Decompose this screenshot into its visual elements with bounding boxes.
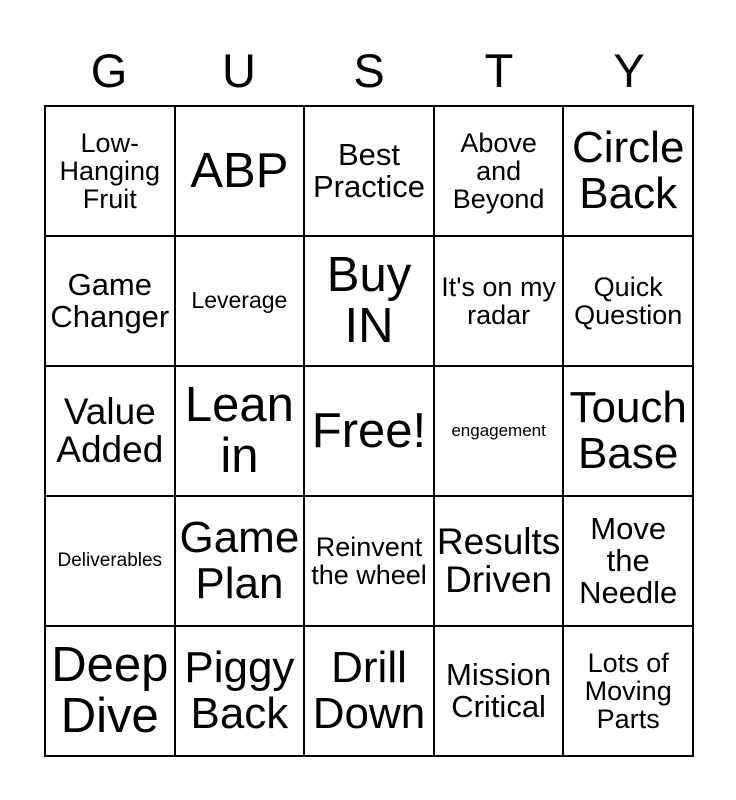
bingo-cell-r1-c1[interactable]: Leverage: [175, 237, 306, 367]
bingo-cell-r4-c0[interactable]: Deep Dive: [46, 627, 176, 757]
bingo-cell-label: Reinvent the wheel: [311, 531, 427, 590]
bingo-cell-label: engagement: [451, 421, 546, 441]
bingo-cell-r3-c4[interactable]: Move the Needle: [564, 497, 694, 627]
bingo-cell-r1-c0[interactable]: Game Changer: [46, 237, 176, 367]
bingo-cell-label: Results Driven: [436, 520, 561, 600]
bingo-cell-label: Best Practice: [313, 136, 425, 204]
bingo-cell-r0-c1[interactable]: ABP: [175, 107, 306, 237]
bingo-cell-label: Deliverables: [57, 550, 163, 572]
bingo-cell-label: Lean in: [184, 378, 294, 483]
bingo-cell-label: Game Changer: [50, 266, 170, 334]
bingo-cell-r1-c4[interactable]: Quick Question: [564, 237, 694, 367]
bingo-cell-r3-c3[interactable]: Results Driven: [434, 497, 565, 627]
bingo-header-letter-0: G: [90, 43, 128, 97]
bingo-cell-r4-c1[interactable]: Piggy Back: [175, 627, 306, 757]
bingo-cell-r3-c0[interactable]: Deliverables: [46, 497, 176, 627]
bingo-cell-label: Lots of Moving Parts: [584, 647, 672, 735]
bingo-cell-label: Drill Down: [312, 643, 426, 738]
bingo-cell-label: It's on my radar: [441, 271, 556, 330]
bingo-card: G U S T Y Low-Hanging Fruit ABP Best Practice A…: [0, 0, 736, 800]
bingo-cell-label: Value Added: [56, 390, 164, 470]
bingo-cell-label: Low-Hanging Fruit: [59, 127, 161, 215]
bingo-cell-r0-c0[interactable]: Low-Hanging Fruit: [46, 107, 176, 237]
bingo-grid: Low-Hanging Fruit ABP Best Practice Above a…: [44, 105, 694, 757]
bingo-cell-r0-c3[interactable]: Above and Beyond: [434, 107, 565, 237]
bingo-header-letter-2: S: [353, 43, 385, 97]
bingo-cell-r2-c3[interactable]: engagement: [434, 367, 565, 497]
bingo-cell-r2-c4[interactable]: Touch Base: [564, 367, 694, 497]
bingo-header-row: GUSTY: [44, 38, 694, 102]
bingo-header-letter-1: U: [222, 43, 256, 97]
bingo-cell-r0-c2[interactable]: Best Practice: [305, 107, 435, 237]
bingo-header-letter-4: Y: [613, 43, 645, 97]
bingo-cell-label: Buy IN: [326, 248, 412, 353]
bingo-header-letter-3: T: [484, 43, 514, 97]
bingo-cell-label: Above and Beyond: [452, 127, 545, 215]
bingo-cell-label: Quick Question: [574, 271, 683, 330]
bingo-cell-label: ABP: [190, 143, 289, 198]
bingo-cell-r4-c4[interactable]: Lots of Moving Parts: [564, 627, 694, 757]
bingo-cell-r1-c2[interactable]: Buy IN: [305, 237, 435, 367]
bingo-cell-label: Circle Back: [571, 123, 685, 218]
bingo-cell-label: Deep Dive: [51, 638, 169, 743]
bingo-cell-r0-c4[interactable]: Circle Back: [564, 107, 694, 237]
bingo-cell-label: Leverage: [191, 287, 288, 314]
bingo-cell-label: Mission Critical: [446, 656, 552, 724]
bingo-cell-label: Game Plan: [179, 513, 300, 608]
bingo-cell-r4-c2[interactable]: Drill Down: [305, 627, 435, 757]
bingo-cell-r2-c1[interactable]: Lean in: [175, 367, 306, 497]
bingo-cell-label: Free!: [311, 403, 427, 458]
bingo-cell-r2-c0[interactable]: Value Added: [46, 367, 176, 497]
bingo-cell-r2-c2[interactable]: Free!: [305, 367, 435, 497]
bingo-cell-r1-c3[interactable]: It's on my radar: [434, 237, 565, 367]
bingo-cell-label: Touch Base: [569, 383, 687, 478]
bingo-cell-label: Move the Needle: [579, 510, 678, 611]
bingo-cell-r3-c1[interactable]: Game Plan: [175, 497, 306, 627]
bingo-cell-r4-c3[interactable]: Mission Critical: [434, 627, 565, 757]
bingo-cell-r3-c2[interactable]: Reinvent the wheel: [305, 497, 435, 627]
bingo-cell-label: Piggy Back: [184, 643, 295, 738]
